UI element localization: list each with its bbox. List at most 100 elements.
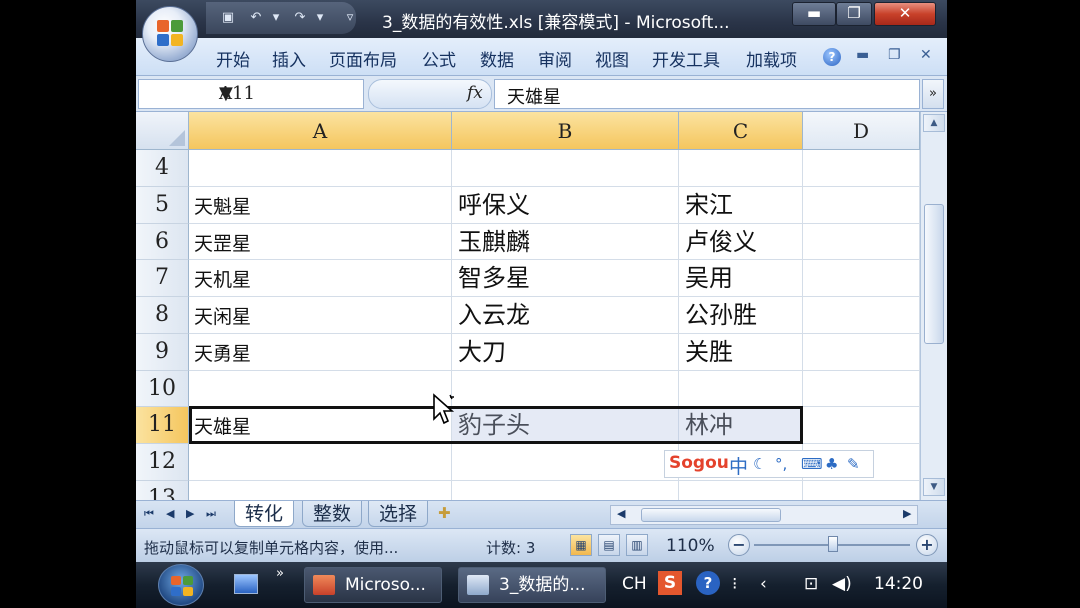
cell-a8[interactable]: 天闲星 [189, 297, 452, 334]
network-icon[interactable]: ⊡ [804, 574, 818, 594]
select-all-corner[interactable] [136, 112, 189, 150]
spreadsheet-grid[interactable]: A B C D 4 5 天魁星 呼保义 宋江 6 天罡星 玉麒麟 卢俊义 7 天机星 智多星 吴用 8 天闲… [136, 112, 920, 500]
cell-d6[interactable] [803, 223, 920, 261]
ribbon-close-icon[interactable]: ✕ [920, 47, 932, 63]
undo-icon[interactable]: ↶ [248, 10, 264, 26]
normal-view-icon[interactable]: ▦ [570, 534, 592, 556]
start-button[interactable] [158, 564, 204, 606]
zoom-level[interactable]: 110% [666, 536, 715, 556]
tab-data[interactable]: 数据 [480, 46, 514, 71]
taskbar-window-excel[interactable]: 3_数据的... [458, 567, 606, 603]
input-language[interactable]: CH [622, 574, 647, 594]
tools-icon[interactable]: ✎ [847, 455, 860, 473]
expand-formula-bar-icon[interactable]: » [922, 79, 944, 109]
keyboard-icon[interactable]: ⌨ [801, 455, 823, 473]
cell-a11[interactable]: 天雄星 [189, 407, 452, 444]
column-header-b[interactable]: B [452, 112, 679, 150]
row-header[interactable]: 13 [136, 480, 189, 500]
row-header[interactable]: 6 [136, 223, 189, 261]
scroll-right-icon[interactable]: ▶ [903, 507, 911, 520]
cell-d7[interactable] [803, 260, 920, 297]
row-header[interactable]: 11 [136, 407, 189, 444]
ime-mode-toggle[interactable]: 中 [729, 452, 748, 479]
taskbar-window-microsoft[interactable]: Microso... [304, 567, 442, 603]
page-break-view-icon[interactable]: ▥ [626, 534, 648, 556]
last-sheet-icon[interactable]: ⏭ [206, 507, 216, 521]
ribbon-minimize-icon[interactable]: ▬ [856, 47, 869, 63]
scroll-thumb[interactable] [924, 204, 944, 344]
office-button[interactable] [142, 6, 198, 62]
formula-input[interactable]: 天雄星 [494, 79, 920, 109]
cell-d4[interactable] [803, 150, 920, 187]
next-sheet-icon[interactable]: ▶ [186, 507, 194, 520]
help-tray-icon[interactable]: ? [696, 571, 720, 595]
sogou-tray-icon[interactable]: S [658, 571, 682, 595]
page-layout-view-icon[interactable]: ▤ [598, 534, 620, 556]
insert-function-icon[interactable]: fx [467, 83, 483, 103]
cell-a10[interactable] [189, 370, 452, 408]
cell-b13[interactable] [452, 480, 679, 500]
tab-addins[interactable]: 加载项 [746, 46, 797, 71]
cell-a12[interactable] [189, 444, 452, 481]
zoom-out-icon[interactable]: − [728, 534, 750, 556]
redo-icon[interactable]: ↷ [292, 10, 308, 26]
tab-developer[interactable]: 开发工具 [652, 46, 720, 71]
cell-c5[interactable]: 宋江 [679, 186, 803, 224]
cell-d5[interactable] [803, 186, 920, 224]
dropdown-icon[interactable]: ▾ [268, 10, 284, 26]
ribbon-restore-icon[interactable]: ❐ [888, 47, 901, 63]
tray-expand-icon[interactable]: ‹ [760, 574, 767, 594]
cell-c6[interactable]: 卢俊义 [679, 223, 803, 261]
scroll-up-icon[interactable]: ▲ [923, 114, 945, 132]
cell-c8[interactable]: 公孙胜 [679, 297, 803, 334]
skin-icon[interactable]: ♣ [825, 455, 838, 473]
cell-d8[interactable] [803, 297, 920, 334]
cell-a7[interactable]: 天机星 [189, 260, 452, 297]
cell-d9[interactable] [803, 333, 920, 371]
close-button[interactable]: ✕ [874, 2, 936, 26]
column-header-a[interactable]: A [189, 112, 452, 150]
prev-sheet-icon[interactable]: ◀ [166, 507, 174, 520]
name-box[interactable]: A11 ▼ [138, 79, 364, 109]
horizontal-scroll-thumb[interactable] [641, 508, 781, 522]
dropdown-icon[interactable]: ▾ [312, 10, 328, 26]
show-desktop-icon[interactable] [234, 574, 258, 594]
scroll-left-icon[interactable]: ◀ [617, 507, 625, 520]
row-header[interactable]: 9 [136, 333, 189, 371]
row-header[interactable]: 4 [136, 150, 189, 187]
row-header[interactable]: 7 [136, 260, 189, 297]
cell-a4[interactable] [189, 150, 452, 187]
horizontal-scrollbar[interactable]: ◀ ▶ [610, 505, 918, 525]
tray-options-icon[interactable]: ⁝ [732, 574, 737, 594]
save-icon[interactable]: ▣ [220, 10, 236, 26]
tab-page-layout[interactable]: 页面布局 [329, 46, 397, 71]
row-header[interactable]: 8 [136, 297, 189, 334]
insert-sheet-icon[interactable]: ✚ [438, 504, 451, 522]
sheet-tab-xuanze[interactable]: 选择 [368, 501, 429, 527]
overflow-icon[interactable]: » [276, 566, 284, 581]
row-header[interactable]: 5 [136, 186, 189, 224]
zoom-in-icon[interactable]: + [916, 534, 938, 556]
column-header-d[interactable]: D [803, 112, 920, 150]
cell-b5[interactable]: 呼保义 [452, 186, 679, 224]
tab-home[interactable]: 开始 [216, 46, 250, 71]
cell-b6[interactable]: 玉麒麟 [452, 223, 679, 261]
cell-b7[interactable]: 智多星 [452, 260, 679, 297]
column-header-c[interactable]: C [679, 112, 803, 150]
sheet-tab-zhengshu[interactable]: 整数 [302, 501, 363, 527]
volume-icon[interactable]: ◀) [832, 574, 852, 594]
cell-d10[interactable] [803, 370, 920, 408]
tab-insert[interactable]: 插入 [272, 46, 306, 71]
cell-b4[interactable] [452, 150, 679, 187]
help-icon[interactable]: ? [823, 48, 841, 66]
minimize-button[interactable]: ▬ [792, 2, 836, 26]
scroll-down-icon[interactable]: ▼ [923, 478, 945, 496]
customize-qat-icon[interactable]: ▿ [342, 10, 358, 26]
cell-a9[interactable]: 天勇星 [189, 333, 452, 371]
tab-formulas[interactable]: 公式 [422, 46, 456, 71]
cell-b10[interactable] [452, 370, 679, 408]
zoom-slider-knob[interactable] [828, 536, 838, 552]
clock[interactable]: 14:20 [874, 574, 923, 594]
cell-a5[interactable]: 天魁星 [189, 186, 452, 224]
punctuation-icon[interactable]: °, [775, 455, 787, 473]
